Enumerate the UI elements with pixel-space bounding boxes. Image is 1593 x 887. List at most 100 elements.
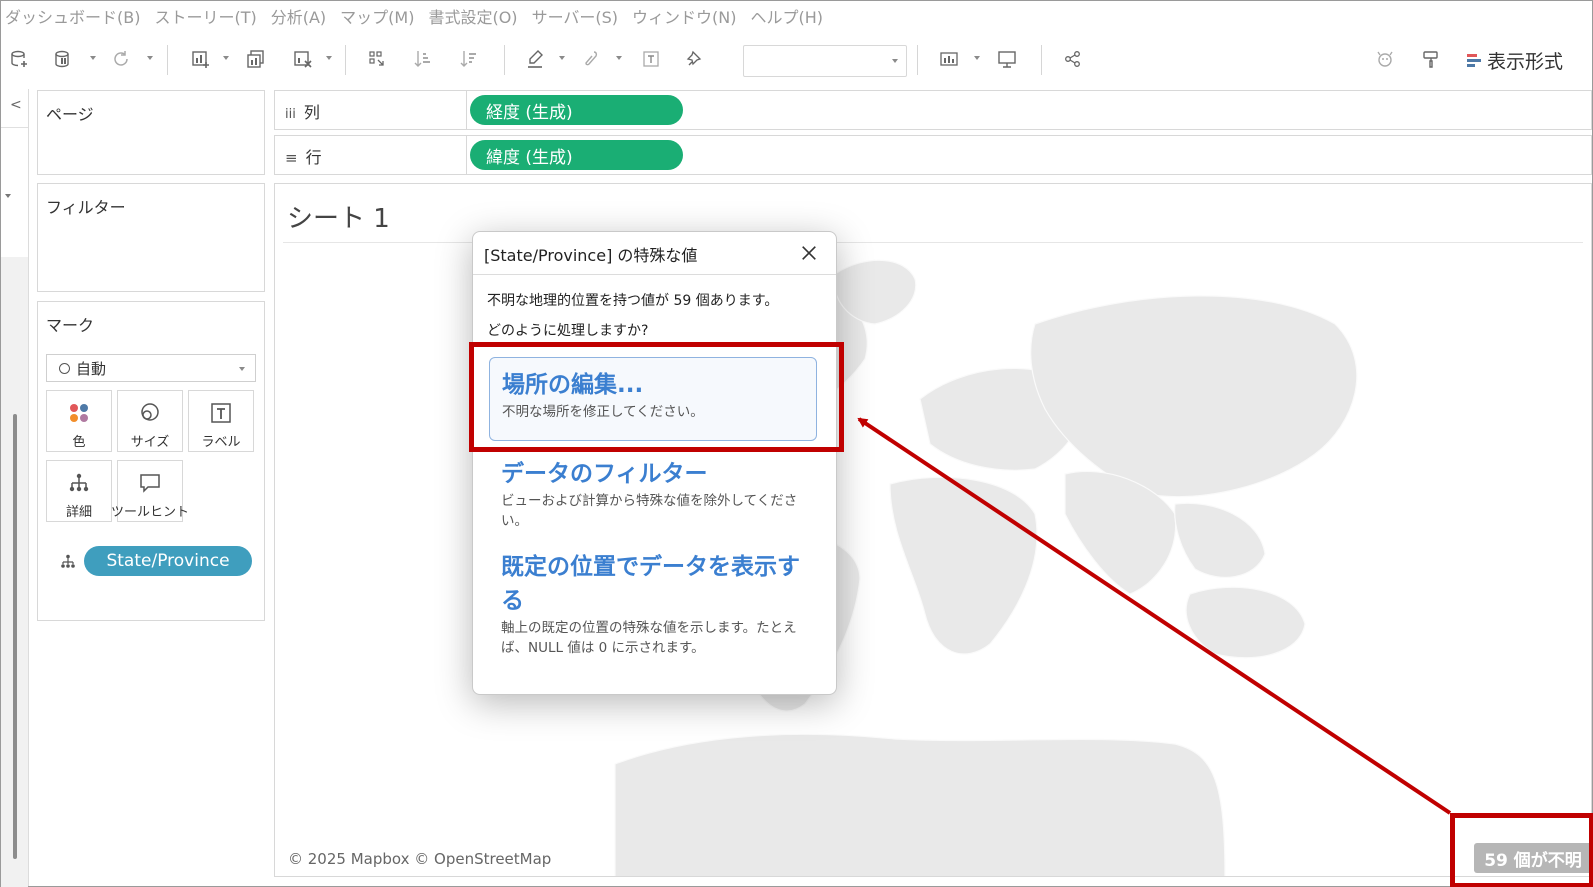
menu-story[interactable]: ストーリー(T) xyxy=(154,4,256,28)
duplicate-sheet-icon[interactable] xyxy=(244,47,268,71)
rows-shelf[interactable]: ≡ 行 緯度 (生成) xyxy=(274,135,1592,175)
mark-type-dropdown[interactable]: 自動 xyxy=(46,354,256,382)
toolbar-separator xyxy=(917,45,918,75)
columns-label-text: 列 xyxy=(303,103,320,122)
paint-icon[interactable] xyxy=(1419,47,1443,71)
rows-label-text: 行 xyxy=(305,148,322,167)
show-default-position-desc: 軸上の既定の位置の特殊な値を示します。たとえば、NULL 値は 0 に示されます… xyxy=(501,620,797,656)
longitude-pill[interactable]: 経度 (生成) xyxy=(470,95,683,125)
menu-bar: ダッシュボード(B) ストーリー(T) 分析(A) マップ(M) 書式設定(O)… xyxy=(1,1,1593,31)
map-attribution: © 2025 Mapbox © OpenStreetMap xyxy=(288,850,552,868)
group-dropdown[interactable] xyxy=(616,56,622,60)
detail-icon xyxy=(69,473,89,492)
columns-icon: iii xyxy=(285,107,296,122)
sort-descending-icon[interactable] xyxy=(457,47,481,71)
fit-icon-dropdown[interactable] xyxy=(974,56,980,60)
size-icon xyxy=(141,403,159,421)
menu-dashboard[interactable]: ダッシュボード(B) xyxy=(5,4,140,28)
shelf-divider xyxy=(466,91,467,129)
new-worksheet-dropdown[interactable] xyxy=(223,56,229,60)
menu-format[interactable]: 書式設定(O) xyxy=(428,4,517,28)
show-me-button[interactable]: 表示形式 xyxy=(1467,47,1563,74)
highlight-icon[interactable] xyxy=(523,47,547,71)
show-me-icon xyxy=(1467,53,1481,68)
divider xyxy=(1,127,28,128)
label-icon[interactable] xyxy=(639,47,663,71)
state-province-pill[interactable]: State/Province xyxy=(84,546,252,576)
detail-button[interactable]: 詳細 xyxy=(46,460,112,522)
columns-shelf[interactable]: iii 列 経度 (生成) xyxy=(274,90,1592,130)
circle-mark-icon xyxy=(59,362,70,374)
size-label: サイズ xyxy=(130,435,170,450)
show-default-position-title: 既定の位置でデータを表示する xyxy=(501,554,800,614)
vertical-scrollbar[interactable] xyxy=(13,414,17,859)
latitude-pill[interactable]: 緯度 (生成) xyxy=(470,140,683,170)
sort-ascending-icon[interactable] xyxy=(411,47,435,71)
filters-card[interactable]: フィルター xyxy=(37,183,265,292)
marks-title: マーク xyxy=(46,316,95,335)
rows-shelf-label: ≡ 行 xyxy=(285,144,322,168)
refresh-dropdown[interactable] xyxy=(147,56,153,60)
filters-title: フィルター xyxy=(46,198,126,217)
filter-data-option[interactable]: データのフィルター ビューおよび計算から特殊な値を除外してください。 xyxy=(489,457,817,531)
pin-icon[interactable] xyxy=(683,47,707,71)
detail-label: 詳細 xyxy=(65,505,92,520)
close-icon xyxy=(802,246,816,260)
rows-icon: ≡ xyxy=(285,149,298,167)
shelf-divider xyxy=(466,136,467,174)
menu-window[interactable]: ウィンドウ(N) xyxy=(632,4,736,28)
annotation-highlight-edit xyxy=(469,342,844,452)
presentation-icon[interactable] xyxy=(995,47,1019,71)
toolbar-separator xyxy=(1041,45,1042,75)
dialog-question: どのように処理しますか? xyxy=(487,323,649,339)
color-label: 色 xyxy=(72,435,86,450)
color-button[interactable]: 色 xyxy=(46,390,112,452)
share-icon[interactable] xyxy=(1061,47,1085,71)
dialog-title: [State/Province] の特殊な値 xyxy=(484,246,698,265)
datasource-icon[interactable] xyxy=(1373,47,1397,71)
filter-data-desc: ビューおよび計算から特殊な値を除外してください。 xyxy=(501,493,798,529)
pause-dropdown[interactable] xyxy=(90,56,96,60)
toolbar: 表示形式 xyxy=(1,41,1593,79)
color-icon xyxy=(70,404,88,422)
toolbar-separator xyxy=(167,45,168,75)
new-data-source-icon[interactable] xyxy=(7,47,31,71)
show-default-position-option[interactable]: 既定の位置でデータを表示する 軸上の既定の位置の特殊な値を示します。たとえば、N… xyxy=(489,550,817,658)
clear-sheet-icon[interactable] xyxy=(291,47,315,71)
dialog-message: 不明な地理的位置を持つ値が 59 個あります。 xyxy=(487,293,779,309)
columns-shelf-label: iii 列 xyxy=(285,99,320,123)
pages-title: ページ xyxy=(46,105,94,124)
size-button[interactable]: サイズ xyxy=(117,390,183,452)
chevron-down-icon xyxy=(239,367,245,371)
menu-server[interactable]: サーバー(S) xyxy=(532,4,618,28)
mark-type-label: 自動 xyxy=(76,359,107,378)
filter-data-title: データのフィルター xyxy=(501,461,708,487)
refresh-icon[interactable] xyxy=(109,47,133,71)
label-button[interactable]: ラベル xyxy=(188,390,254,452)
left-collapse-strip: < xyxy=(1,89,29,887)
tooltip-button[interactable]: ツールヒント xyxy=(111,460,189,522)
tooltip-label: ツールヒント xyxy=(111,505,190,520)
highlight-dropdown[interactable] xyxy=(559,56,565,60)
clear-dropdown[interactable] xyxy=(326,56,332,60)
tooltip-icon xyxy=(140,474,160,493)
swap-icon[interactable] xyxy=(365,47,389,71)
toolbar-separator xyxy=(504,45,505,75)
group-icon[interactable] xyxy=(579,47,603,71)
show-me-label: 表示形式 xyxy=(1487,51,1564,73)
toolbar-separator xyxy=(345,45,346,75)
pause-updates-icon[interactable] xyxy=(51,47,75,71)
fit-icon[interactable] xyxy=(937,47,961,71)
collapse-chevron-icon[interactable]: < xyxy=(10,97,22,113)
label-label: ラベル xyxy=(201,435,241,450)
menu-map[interactable]: マップ(M) xyxy=(340,4,414,28)
new-worksheet-icon[interactable] xyxy=(189,47,213,71)
pages-card[interactable]: ページ xyxy=(37,90,265,175)
menu-help[interactable]: ヘルプ(H) xyxy=(751,4,824,28)
strip-dropdown[interactable] xyxy=(5,194,11,198)
fit-dropdown[interactable] xyxy=(743,45,907,77)
special-values-dialog: [State/Province] の特殊な値 不明な地理的位置を持つ値が 59 … xyxy=(472,231,837,695)
menu-analysis[interactable]: 分析(A) xyxy=(271,4,326,28)
close-button[interactable] xyxy=(796,240,822,266)
detail-field-icon xyxy=(61,554,75,568)
